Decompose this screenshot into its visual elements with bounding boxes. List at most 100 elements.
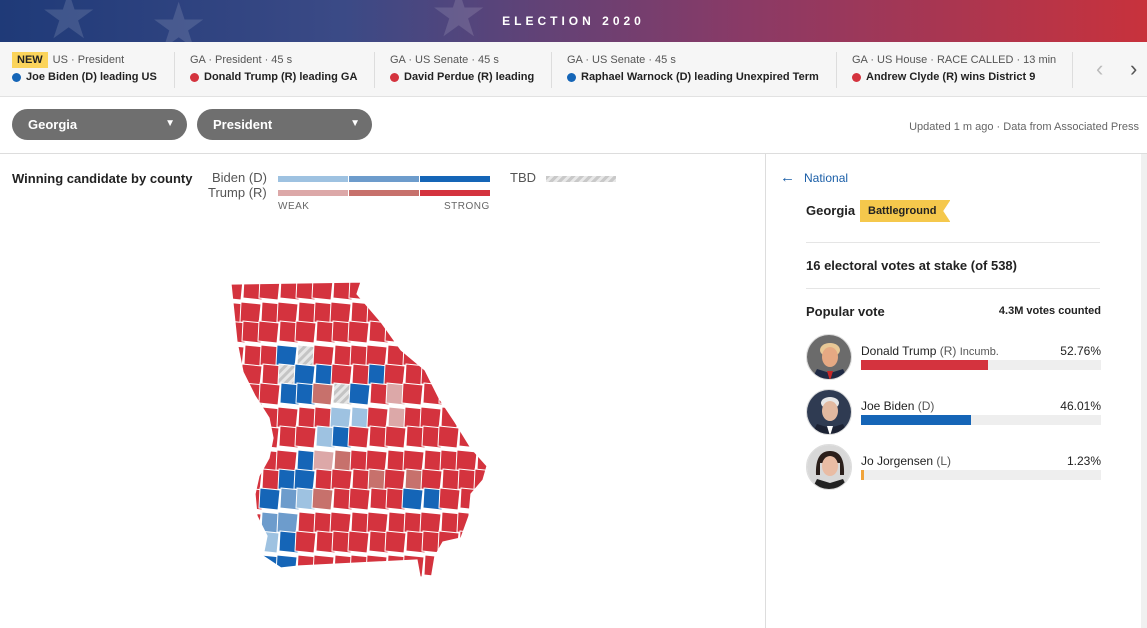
county-shape[interactable] [401, 487, 424, 511]
county-shape[interactable] [257, 425, 280, 449]
county-shape[interactable] [311, 487, 334, 511]
county-shape[interactable] [239, 511, 262, 535]
county-shape[interactable] [312, 554, 335, 578]
county-shape[interactable] [243, 449, 266, 473]
ticker-item[interactable]: GA · President · 45 s Donald Trump (R) l… [190, 53, 357, 89]
county-shape[interactable] [365, 554, 388, 578]
georgia-county-map[interactable] [225, 280, 495, 585]
county-shape[interactable] [439, 344, 462, 368]
county-shape[interactable] [225, 487, 244, 511]
county-shape[interactable] [369, 280, 392, 301]
county-shape[interactable] [384, 530, 407, 554]
county-shape[interactable] [226, 530, 248, 554]
divider [174, 52, 175, 88]
county-shape[interactable] [475, 382, 495, 406]
national-back-link[interactable]: ← National [780, 169, 848, 186]
chevron-right-icon[interactable]: › [1130, 58, 1137, 80]
county-shape[interactable] [459, 280, 482, 301]
county-shape[interactable] [475, 487, 495, 511]
county-shape[interactable] [437, 425, 460, 449]
county-shape[interactable] [477, 301, 495, 325]
county-shape[interactable] [401, 382, 424, 406]
county-shape[interactable] [241, 425, 264, 449]
scrollbar[interactable] [1141, 154, 1147, 628]
county-shape[interactable] [294, 320, 317, 344]
county-shape[interactable] [477, 406, 495, 430]
county-shape[interactable] [257, 320, 280, 344]
county-shape[interactable] [225, 449, 245, 473]
county-shape[interactable] [258, 382, 281, 406]
county-shape[interactable] [476, 344, 495, 368]
county-shape[interactable] [421, 320, 444, 344]
county-shape[interactable] [422, 280, 445, 301]
county-shape[interactable] [294, 530, 317, 554]
ticker-item[interactable]: GA · US Senate · 45 s Raphael Warnock (D… [567, 53, 819, 89]
candidate-percent: 46.01% [1060, 399, 1101, 413]
county-shape[interactable] [477, 511, 495, 535]
county-shape[interactable] [347, 425, 370, 449]
county-shape[interactable] [440, 406, 463, 430]
county-shape[interactable] [240, 468, 263, 492]
county-shape[interactable] [456, 301, 479, 325]
county-shape[interactable] [239, 406, 262, 430]
chevron-left-icon[interactable]: ‹ [1096, 58, 1103, 80]
county-shape[interactable] [348, 487, 371, 511]
county-shape[interactable] [225, 511, 246, 535]
divider [806, 288, 1100, 289]
county-shape[interactable] [455, 554, 478, 578]
county-shape[interactable] [441, 363, 464, 387]
county-shape[interactable] [474, 530, 495, 554]
county-shape[interactable] [384, 425, 407, 449]
county-shape[interactable] [311, 382, 334, 406]
county-shape[interactable] [403, 301, 426, 325]
county-shape[interactable] [439, 554, 462, 578]
county-shape[interactable] [385, 280, 408, 301]
county-shape[interactable] [475, 280, 495, 301]
county-shape[interactable] [402, 554, 425, 578]
county-shape[interactable] [438, 280, 461, 301]
candidate-row[interactable]: Joe Biden (D) 46.01% [806, 389, 1101, 435]
county-shape[interactable] [243, 554, 266, 578]
county-shape[interactable] [438, 487, 461, 511]
candidate-name: Joe Biden [861, 399, 915, 413]
county-shape[interactable] [225, 382, 244, 406]
county-shape[interactable] [474, 320, 495, 344]
county-shape[interactable] [440, 301, 463, 325]
county-shape[interactable] [257, 530, 280, 554]
county-shape[interactable] [294, 425, 317, 449]
ticker-item[interactable]: NEW US · President Joe Biden (D) leading… [12, 52, 157, 89]
divider [806, 242, 1100, 243]
ticker-item[interactable]: GA · US Senate · 45 s David Perdue (R) l… [390, 53, 534, 89]
county-shape[interactable] [225, 554, 245, 578]
county-shape[interactable] [387, 301, 410, 325]
county-shape[interactable] [348, 382, 371, 406]
county-shape[interactable] [476, 554, 495, 578]
county-shape[interactable] [459, 382, 482, 406]
avatar [806, 334, 852, 380]
county-shape[interactable] [258, 487, 281, 511]
county-shape[interactable] [226, 425, 248, 449]
county-shape[interactable] [347, 320, 370, 344]
ticker-item[interactable]: GA · US House · RACE CALLED · 13 min And… [852, 53, 1056, 89]
county-shape[interactable] [401, 280, 424, 301]
race-select[interactable]: President ▼ [197, 109, 372, 140]
county-shape[interactable] [473, 363, 495, 387]
county-shape[interactable] [437, 530, 460, 554]
county-shape[interactable] [455, 344, 478, 368]
county-shape[interactable] [419, 301, 442, 325]
state-select[interactable]: Georgia ▼ [12, 109, 187, 140]
county-shape[interactable] [457, 363, 480, 387]
county-shape[interactable] [225, 406, 246, 430]
candidate-row[interactable]: Donald Trump (R) Incumb. 52.76% [806, 334, 1101, 380]
county-shape[interactable] [474, 425, 495, 449]
candidate-row[interactable]: Jo Jorgensen (L) 1.23% [806, 444, 1101, 490]
county-shape[interactable] [405, 320, 428, 344]
county-shape[interactable] [241, 530, 264, 554]
county-shape[interactable] [456, 406, 479, 430]
county-shape[interactable] [347, 530, 370, 554]
county-shape[interactable] [225, 280, 244, 301]
county-shape[interactable] [458, 320, 481, 344]
county-shape[interactable] [437, 320, 460, 344]
county-shape[interactable] [225, 468, 247, 492]
county-shape[interactable] [423, 344, 446, 368]
